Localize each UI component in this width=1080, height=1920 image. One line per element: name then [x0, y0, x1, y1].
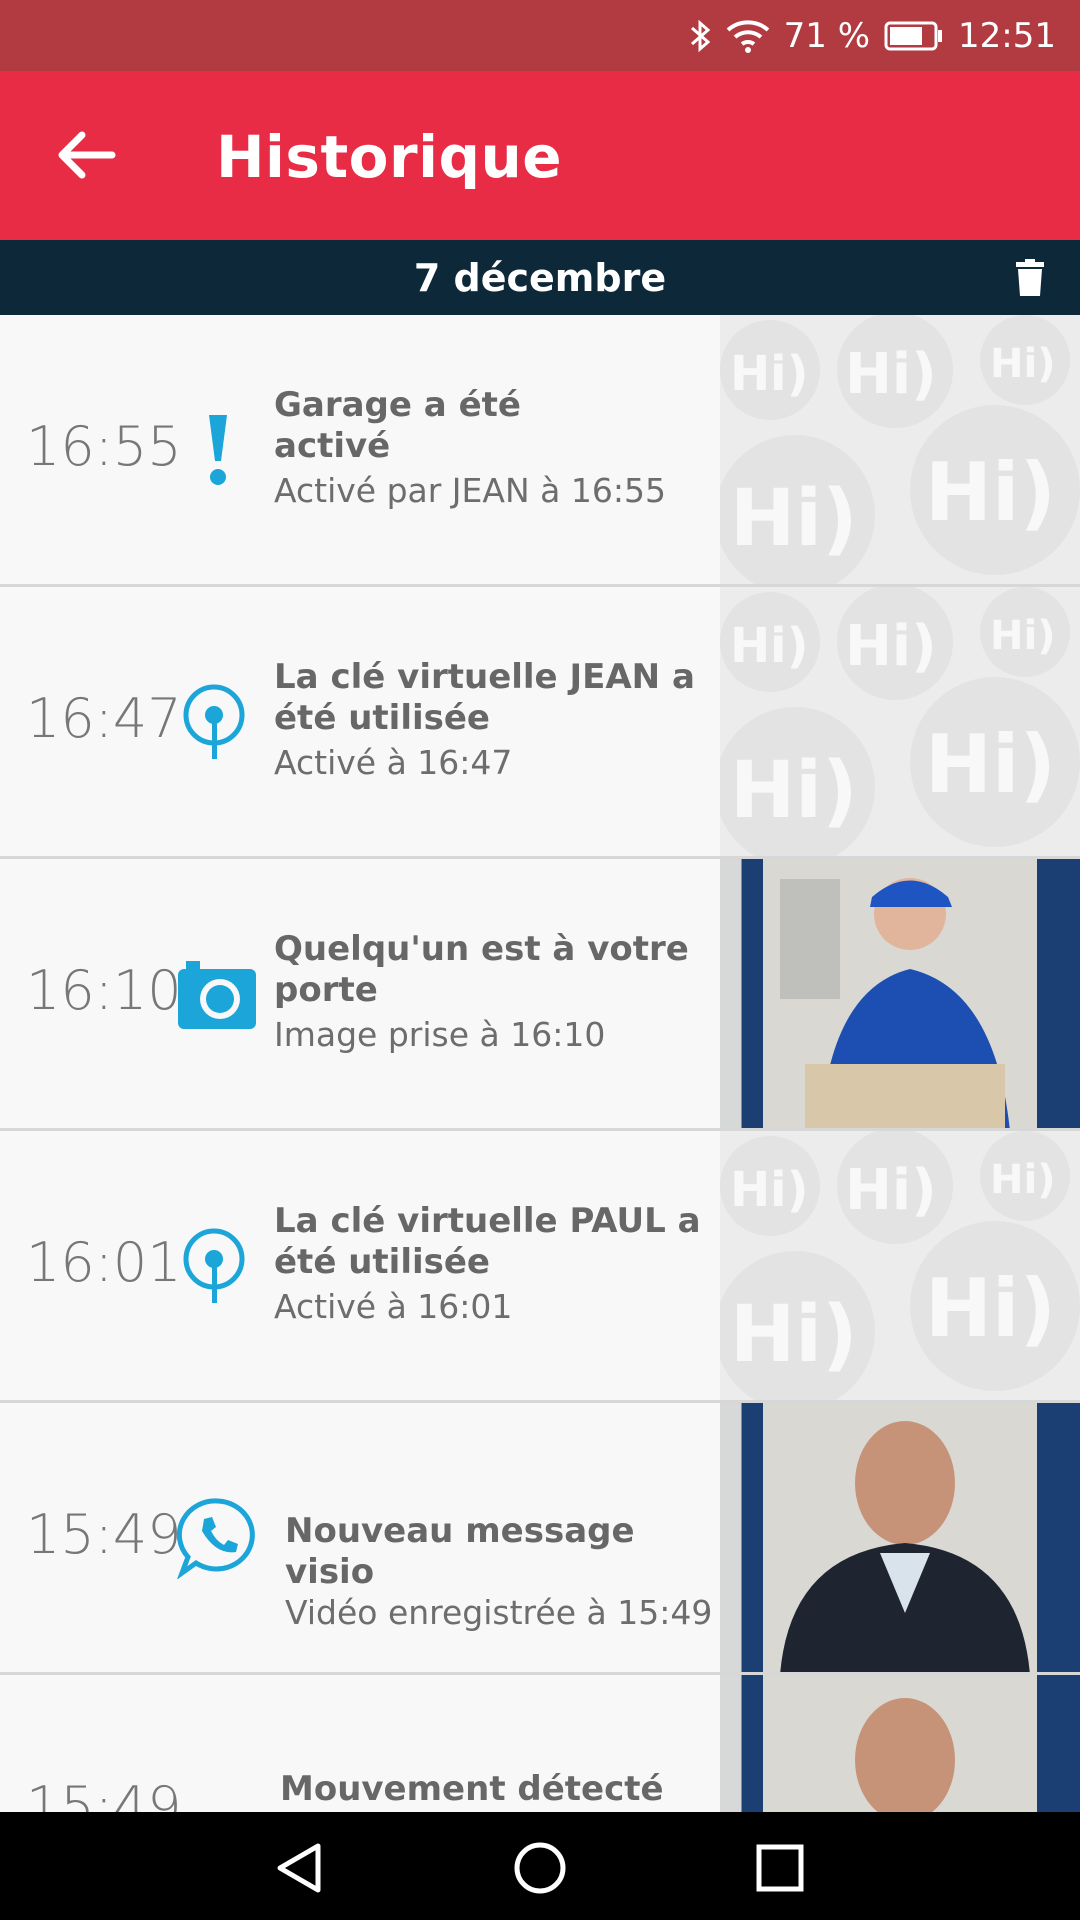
svg-text:Hi): Hi): [990, 341, 1055, 387]
event-time: 16:01: [26, 1231, 182, 1294]
battery-icon: [884, 21, 944, 51]
event-subtitle: Vidéo enregistrée à 15:49: [285, 1593, 713, 1632]
event-subtitle: Activé à 16:01: [274, 1287, 513, 1326]
svg-text:Hi): Hi): [845, 342, 937, 407]
hi-bubbles-placeholder: Hi) Hi) Hi) Hi) Hi): [720, 1131, 1080, 1400]
motion-icon: [176, 1767, 260, 1812]
svg-text:Hi): Hi): [990, 613, 1055, 659]
event-title: Nouveau message visio: [285, 1511, 635, 1592]
event-title: La clé virtuelle JEAN a été utilisée: [274, 657, 695, 738]
event-row[interactable]: 16:01 La clé virtuelle PAUL a été utilis…: [0, 1131, 1080, 1403]
page-title: Historique: [216, 123, 563, 191]
event-time: 15:49: [26, 1503, 182, 1566]
nav-recents-button[interactable]: [752, 1840, 808, 1896]
exclamation-icon: [176, 407, 260, 491]
app-bar: Historique: [0, 71, 1080, 240]
delivery-man-photo[interactable]: [720, 859, 1080, 1128]
date-header: 7 décembre: [0, 240, 1080, 315]
event-title: La clé virtuelle PAUL a été utilisée: [274, 1201, 701, 1282]
event-text: Mouvement détecté: [280, 1769, 720, 1810]
event-row[interactable]: 15:49 Nouveau message visio Vidéo enregi…: [0, 1403, 1080, 1675]
phone-bubble-icon: [176, 1495, 260, 1580]
svg-text:Hi): Hi): [925, 446, 1056, 539]
event-title: Quelqu'un est à votre porte: [274, 929, 689, 1010]
back-button[interactable]: [52, 121, 120, 189]
hi-bubbles-placeholder: Hi) Hi) Hi) Hi) Hi): [720, 587, 1080, 856]
visitor-man-photo[interactable]: [720, 1675, 1080, 1812]
svg-text:Hi): Hi): [925, 718, 1056, 811]
event-time: 16:55: [26, 415, 182, 478]
svg-text:Hi): Hi): [730, 1290, 858, 1380]
event-row[interactable]: 16:55 Garage a été activé Activé par JEA…: [0, 315, 1080, 587]
event-list[interactable]: 16:55 Garage a été activé Activé par JEA…: [0, 315, 1080, 1812]
svg-text:Hi): Hi): [730, 474, 858, 564]
event-time: 16:47: [26, 687, 182, 750]
bluetooth-icon: [688, 18, 712, 54]
camera-icon: [176, 951, 260, 1035]
status-bar: 71 % 12:51: [0, 0, 1080, 71]
svg-text:Hi): Hi): [990, 1157, 1055, 1203]
wifi-icon: [726, 18, 770, 54]
home-circle-icon: [514, 1842, 566, 1894]
event-subtitle: Activé à 16:47: [274, 743, 513, 782]
event-title: Mouvement détecté: [280, 1769, 664, 1809]
event-time: 15:49: [26, 1775, 182, 1812]
svg-text:Hi): Hi): [730, 746, 858, 836]
system-nav-bar: [0, 1812, 1080, 1920]
visitor-man-photo[interactable]: [720, 1403, 1080, 1672]
back-triangle-icon: [277, 1843, 321, 1893]
virtual-key-icon: [176, 1223, 260, 1307]
event-text: Garage a été activé Activé par JEAN à 16…: [274, 385, 714, 515]
event-row[interactable]: 16:10 Quelqu'un est à votre porte Image …: [0, 859, 1080, 1131]
nav-back-button[interactable]: [272, 1840, 328, 1896]
event-text: La clé virtuelle JEAN a été utilisée Act…: [274, 657, 714, 787]
battery-text: 71 %: [783, 15, 871, 56]
event-time: 16:10: [26, 959, 182, 1022]
event-text: La clé virtuelle PAUL a été utilisée Act…: [274, 1201, 714, 1331]
recents-square-icon: [756, 1844, 804, 1892]
svg-text:Hi): Hi): [845, 614, 937, 679]
delete-history-button[interactable]: [1010, 258, 1050, 298]
svg-text:Hi): Hi): [925, 1262, 1056, 1355]
event-text: Quelqu'un est à votre porte Image prise …: [274, 929, 714, 1059]
event-subtitle: Image prise à 16:10: [274, 1015, 606, 1054]
event-title: Garage a été activé: [274, 385, 521, 466]
svg-text:Hi): Hi): [730, 1162, 809, 1218]
virtual-key-icon: [176, 679, 260, 763]
svg-text:Hi): Hi): [730, 618, 809, 674]
event-text: Nouveau message visio Vidéo enregistrée …: [285, 1511, 725, 1633]
clock: 12:51: [958, 15, 1056, 56]
event-row[interactable]: 15:49 Mouvement détecté: [0, 1675, 1080, 1812]
svg-text:Hi): Hi): [845, 1158, 937, 1223]
arrow-left-icon: [58, 131, 116, 179]
hi-bubbles-placeholder: Hi) Hi) Hi) Hi) Hi): [720, 315, 1080, 584]
event-row[interactable]: 16:47 La clé virtuelle JEAN a été utilis…: [0, 587, 1080, 859]
svg-text:Hi): Hi): [730, 346, 809, 402]
date-label: 7 décembre: [413, 256, 667, 300]
event-subtitle: Activé par JEAN à 16:55: [274, 471, 666, 510]
nav-home-button[interactable]: [512, 1840, 568, 1896]
trash-icon: [1016, 259, 1044, 296]
